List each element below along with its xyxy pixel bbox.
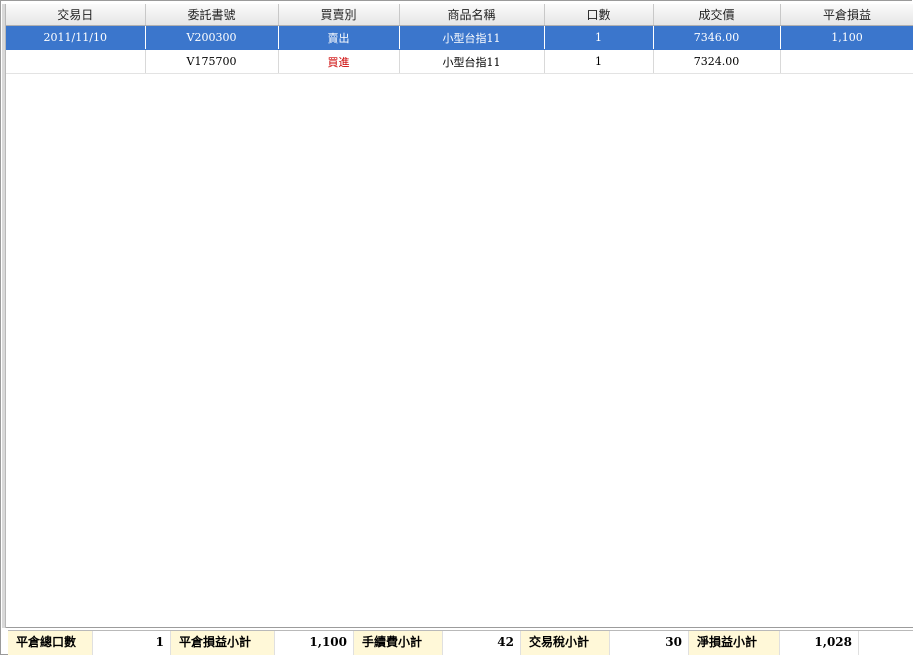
row-selector-bar: [2, 4, 6, 628]
cell-trade-date: [6, 49, 146, 74]
header-lots[interactable]: 口數: [544, 4, 654, 26]
pnl-subtotal-value: 1,100: [275, 631, 354, 655]
cell-lots: 1: [544, 25, 654, 50]
header-product-name[interactable]: 商品名稱: [399, 4, 545, 26]
header-trade-date[interactable]: 交易日: [6, 4, 146, 26]
cell-trade-date: 2011/11/10: [6, 25, 146, 50]
cell-product-name: 小型台指11: [399, 25, 545, 50]
table-row[interactable]: V175700 買進 小型台指11 1 7324.00: [6, 49, 913, 74]
summary-filler: [859, 631, 913, 655]
table-row[interactable]: 2011/11/10 V200300 賣出 小型台指11 1 7346.00 1…: [6, 25, 913, 50]
closed-position-table: 交易日 委託書號 買賣別 商品名稱 口數 成交價 平倉損益 2011/11/10…: [6, 4, 913, 74]
cell-buy-sell: 買進: [278, 49, 400, 74]
tax-subtotal-value: 30: [610, 631, 689, 655]
total-lots-value: 1: [93, 631, 171, 655]
fee-subtotal-value: 42: [443, 631, 521, 655]
header-fill-price[interactable]: 成交價: [653, 4, 781, 26]
total-lots-label: 平倉總口數: [8, 631, 93, 655]
summary-bar: 平倉總口數 1 平倉損益小計 1,100 手續費小計 42 交易稅小計 30 淨…: [8, 630, 913, 655]
header-row: 交易日 委託書號 買賣別 商品名稱 口數 成交價 平倉損益: [6, 4, 913, 26]
header-order-number[interactable]: 委託書號: [145, 4, 279, 26]
cell-fill-price: 7324.00: [653, 49, 781, 74]
net-pnl-value: 1,028: [780, 631, 859, 655]
header-buy-sell[interactable]: 買賣別: [278, 4, 400, 26]
tax-subtotal-label: 交易稅小計: [521, 631, 610, 655]
cell-closing-pnl: [780, 49, 913, 74]
cell-buy-sell: 賣出: [278, 25, 400, 50]
grid-bottom-border: [6, 627, 913, 628]
cell-closing-pnl: 1,100: [780, 25, 913, 50]
cell-fill-price: 7346.00: [653, 25, 781, 50]
fee-subtotal-label: 手續費小計: [354, 631, 443, 655]
net-pnl-label: 淨損益小計: [689, 631, 780, 655]
cell-lots: 1: [544, 49, 654, 74]
cell-product-name: 小型台指11: [399, 49, 545, 74]
pnl-subtotal-label: 平倉損益小計: [171, 631, 275, 655]
cell-order-number: V175700: [145, 49, 279, 74]
cell-order-number: V200300: [145, 25, 279, 50]
header-closing-pnl[interactable]: 平倉損益: [780, 4, 913, 26]
trade-grid-window: 交易日 委託書號 買賣別 商品名稱 口數 成交價 平倉損益 2011/11/10…: [0, 0, 913, 655]
